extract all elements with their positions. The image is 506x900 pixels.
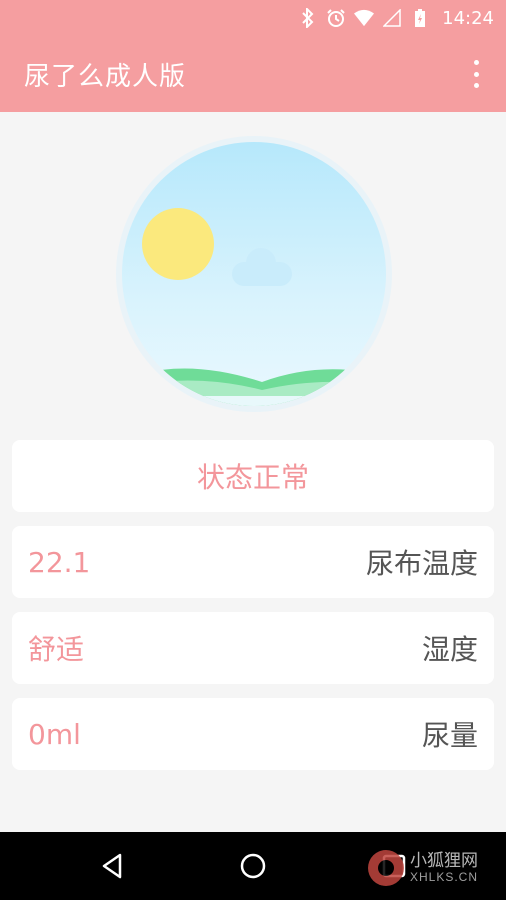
watermark: 小狐狸网 XHLKS.CN [368,844,498,892]
humidity-label: 湿度 [421,633,478,666]
urine-volume-row: 0ml 尿量 [12,698,494,770]
diaper-temperature-value: 22.1 [28,545,91,579]
alarm-icon [326,8,346,28]
watermark-cn: 小狐狸网 [410,851,478,872]
status-illustration [116,136,392,412]
status-bar: 14:24 [0,0,506,36]
diaper-temperature-row: 22.1 尿布温度 [12,526,494,598]
cloud-icon [232,248,292,286]
urine-volume-value: 0ml [28,717,81,751]
app-title: 尿了么成人版 [24,61,187,92]
home-icon[interactable] [237,850,269,882]
hills-icon [122,368,386,406]
back-icon[interactable] [96,850,128,882]
watermark-en: XHLKS.CN [410,869,479,884]
signal-icon [382,8,402,28]
humidity-value: 舒适 [28,633,85,666]
status-text: 状态正常 [196,461,309,494]
wifi-icon [354,8,375,28]
sky-scene [122,142,386,406]
bluetooth-icon [298,8,318,28]
app-bar: 尿了么成人版 [0,36,506,112]
sun-icon [142,208,214,280]
urine-volume-label: 尿量 [421,719,478,752]
overflow-menu-icon[interactable] [464,60,488,88]
fox-logo-icon [368,850,404,886]
humidity-row: 舒适 湿度 [12,612,494,684]
diaper-temperature-label: 尿布温度 [365,547,478,580]
status-card: 状态正常 [12,440,494,512]
clock: 14:24 [442,7,494,29]
battery-charging-icon [410,8,430,28]
